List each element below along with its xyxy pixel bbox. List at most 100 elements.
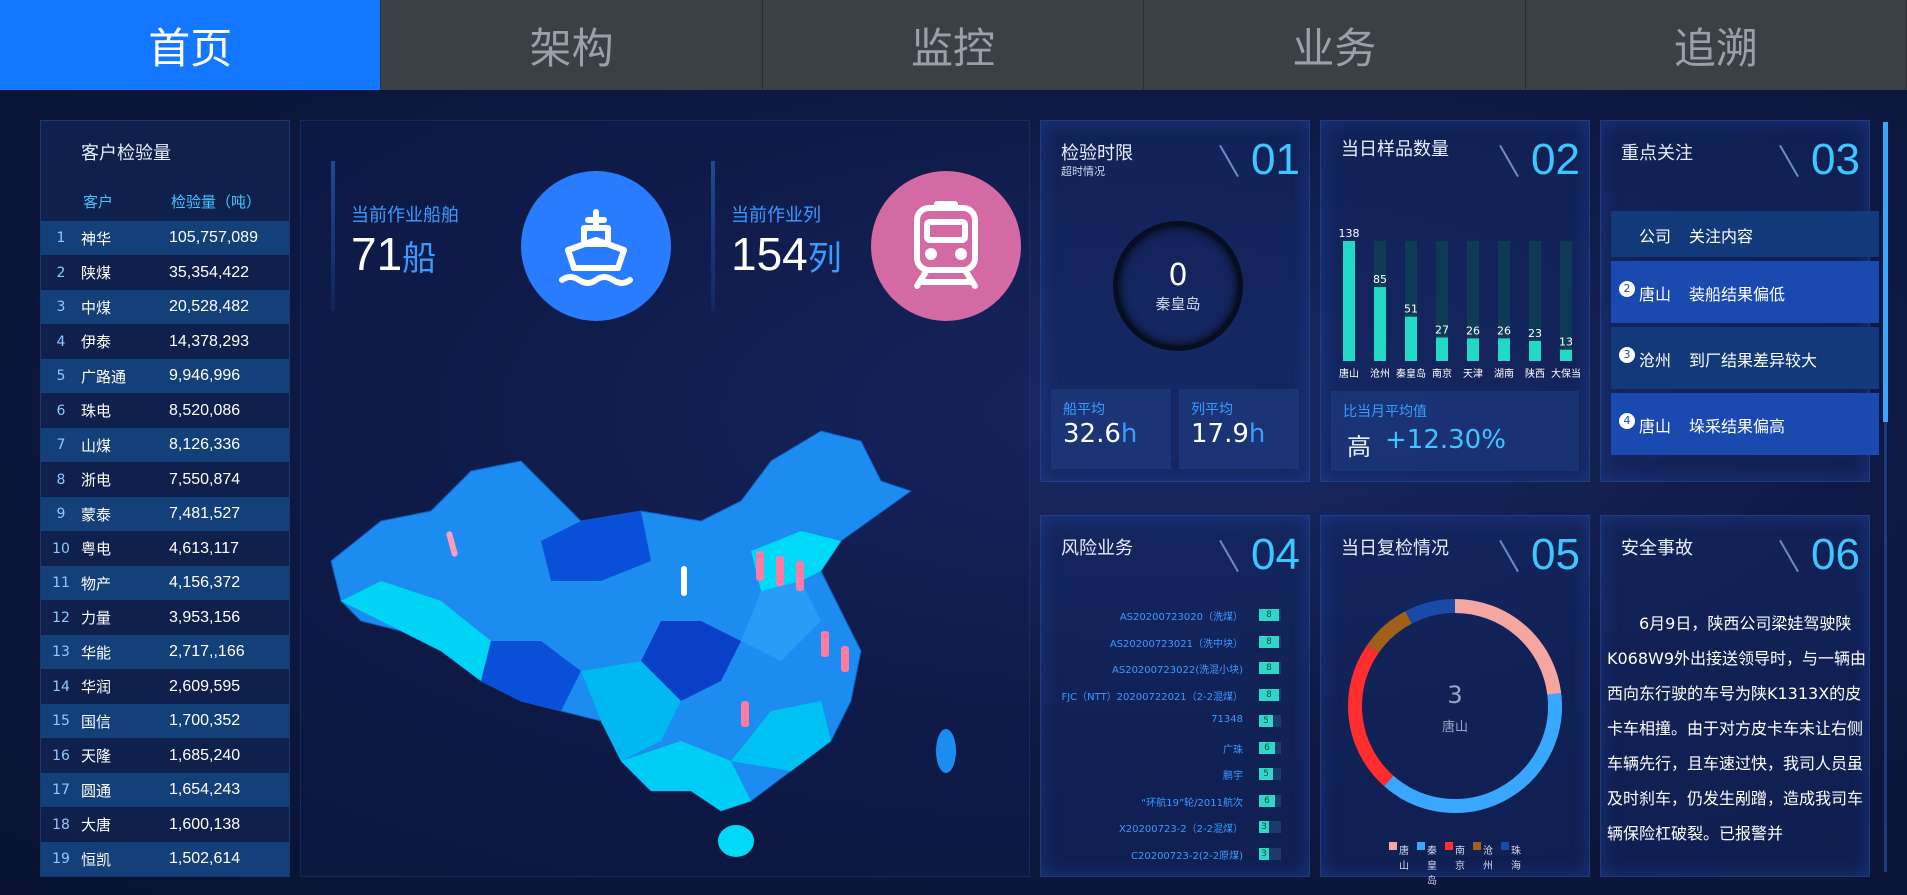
map-panel: 当前作业船舶 71船 当前作业列 154列	[300, 120, 1030, 877]
samples-bar-chart: 138 唐山 85 沧州 51 秦皇岛 27 南京 26 天津 26 湖南 23 陕西 13 大保当	[1339, 227, 1582, 380]
panel-title: 检验时限	[1061, 143, 1133, 164]
bar[interactable]	[1529, 341, 1541, 361]
table-row[interactable]: 16 天隆 1,685,240	[41, 739, 289, 773]
legend-item: 秦皇岛	[1417, 841, 1437, 887]
table-row[interactable]: 19 恒凯 1,502,614	[41, 842, 289, 876]
china-map[interactable]	[321, 421, 1011, 861]
divider	[1219, 144, 1239, 178]
table-row[interactable]: 8 浙电 7,550,874	[41, 463, 289, 497]
customer-name: 天隆	[81, 747, 112, 765]
risk-row[interactable]: 71348 5	[1041, 714, 1309, 728]
bar[interactable]	[1560, 349, 1572, 361]
table-row[interactable]: 17 圆通 1,654,243	[41, 773, 289, 807]
customer-name: 神华	[81, 229, 112, 248]
risk-row[interactable]: C20200723-2(2-2原煤) 3	[1041, 847, 1309, 862]
table-row[interactable]: 9 蒙泰 7,481,527	[41, 497, 289, 531]
risk-row[interactable]: AS20200723020（洗煤） 8	[1041, 608, 1309, 623]
tab-trace[interactable]: 追溯	[1526, 0, 1907, 90]
tab-business[interactable]: 业务	[1144, 0, 1526, 90]
legend-label: 秦皇岛	[1427, 846, 1437, 887]
inspection-time-panel: 检验时限 超时情况 01 0 秦皇岛 船平均 32.6h 列平均 17.9h	[1040, 120, 1310, 482]
list-item[interactable]: 2 唐山 装船结果偏低	[1611, 261, 1879, 323]
bar[interactable]	[1405, 316, 1417, 361]
tab-architecture[interactable]: 架构	[381, 0, 763, 90]
panel-title: 当日样品数量	[1341, 139, 1449, 160]
table-row[interactable]: 2 陕煤 35,354,422	[41, 256, 289, 290]
customer-name: 陕煤	[81, 264, 112, 282]
list-item[interactable]: 3 沧州 到厂结果差异较大	[1611, 327, 1879, 389]
table-row[interactable]: 13 华能 2,717,,166	[41, 635, 289, 669]
ship-count: 71船	[351, 228, 437, 280]
legend-swatch	[1417, 842, 1425, 850]
train-average: 列平均 17.9h	[1179, 389, 1299, 469]
bar-category-label: 天津	[1463, 368, 1483, 380]
risk-row[interactable]: “环航19”轮/2011航次 6	[1041, 794, 1309, 809]
table-row[interactable]: 18 大唐 1,600,138	[41, 808, 289, 842]
risk-row[interactable]: FJC（NTT）20200722021（2-2混煤） 8	[1041, 688, 1309, 703]
bar-category-label: 湖南	[1494, 367, 1514, 380]
customer-amount: 4,613,117	[169, 539, 239, 557]
table-row[interactable]: 10 粤电 4,613,117	[41, 532, 289, 566]
risk-row[interactable]: AS20200723021（洗中块） 8	[1041, 635, 1309, 650]
table-row[interactable]: 1 神华 105,757,089	[41, 221, 289, 255]
customer-amount: 7,550,874	[169, 470, 241, 488]
ship-label: 当前作业船舶	[351, 205, 459, 226]
table-row[interactable]: 7 山煤 8,126,336	[41, 428, 289, 462]
bar-value-label: 23	[1528, 327, 1542, 340]
table-row[interactable]: 3 中煤 20,528,482	[41, 290, 289, 324]
risk-row[interactable]: X20200723-2（2-2混煤） 3	[1041, 820, 1309, 835]
rank-badge: 4	[1619, 413, 1635, 429]
ring-segment[interactable]	[1405, 599, 1456, 624]
legend-swatch	[1501, 842, 1509, 850]
train-count: 154列	[731, 228, 842, 280]
ship-average: 船平均 32.6h	[1051, 389, 1171, 469]
ring-center-label: 唐山	[1441, 720, 1468, 735]
table-row[interactable]: 6 珠电 8,520,086	[41, 394, 289, 428]
panel-title: 重点关注	[1621, 143, 1693, 164]
risk-label: AS20200723022(洗混小块)	[1112, 665, 1243, 676]
gauge-value: 0	[1168, 258, 1188, 293]
table-row[interactable]: 15 国信 1,700,352	[41, 704, 289, 738]
customer-amount: 3,953,156	[169, 608, 241, 626]
list-item[interactable]: 4 唐山 垛采结果偏高	[1611, 393, 1879, 455]
bar[interactable]	[1498, 338, 1510, 361]
risk-value: 8	[1259, 635, 1279, 648]
risk-row[interactable]: AS20200723022(洗混小块) 8	[1041, 661, 1309, 676]
risk-row[interactable]: 鹏宇 5	[1041, 767, 1309, 782]
daily-samples-panel: 当日样品数量 02 138 唐山 85 沧州 51 秦皇岛 27 南京 26 天津 26 湖南 23 陕西…	[1320, 120, 1590, 482]
ring-segment[interactable]	[1384, 693, 1562, 813]
customer-amount: 35,354,422	[169, 263, 250, 281]
row-index: 11	[52, 575, 70, 591]
focus-content: 垛采结果偏高	[1689, 417, 1786, 436]
tab-home[interactable]: 首页	[0, 0, 382, 90]
table-row[interactable]: 11 物产 4,156,372	[41, 566, 289, 600]
row-index: 19	[52, 851, 70, 867]
scrollbar-thumb[interactable]	[1883, 122, 1888, 422]
row-index: 18	[52, 816, 70, 833]
table-row[interactable]: 5 广路通 9,946,996	[41, 359, 289, 393]
risk-value: 3	[1259, 821, 1269, 833]
gauge-label: 秦皇岛	[1155, 295, 1201, 313]
table-row[interactable]: 4 伊泰 14,378,293	[41, 325, 289, 359]
bar-category-label: 秦皇岛	[1396, 367, 1426, 380]
bar-value-label: 26	[1466, 324, 1480, 337]
timeout-gauge: 0 秦皇岛	[1113, 221, 1243, 351]
table-row[interactable]: 14 华润 2,609,595	[41, 670, 289, 704]
bar[interactable]	[1467, 338, 1479, 361]
risk-label: AS20200723020（洗煤）	[1119, 612, 1243, 623]
table-row[interactable]: 12 力量 3,953,156	[41, 601, 289, 635]
ring-segment[interactable]	[1366, 611, 1412, 654]
bar[interactable]	[1374, 287, 1386, 361]
compare-box: 比当月平均值 高 +12.30%	[1331, 391, 1579, 471]
rank-badge: 2	[1619, 281, 1635, 297]
risk-row[interactable]: 广珠 6	[1041, 741, 1309, 756]
bar[interactable]	[1436, 337, 1448, 361]
tab-monitor[interactable]: 监控	[763, 0, 1145, 90]
customer-name: 华能	[81, 643, 112, 662]
column-content: 关注内容	[1689, 227, 1754, 246]
scrollbar-track[interactable]	[1883, 122, 1888, 872]
row-index: 12	[52, 609, 70, 626]
train-average-label: 列平均	[1191, 402, 1233, 418]
bar[interactable]	[1343, 241, 1355, 361]
bar-value-label: 13	[1559, 336, 1573, 349]
